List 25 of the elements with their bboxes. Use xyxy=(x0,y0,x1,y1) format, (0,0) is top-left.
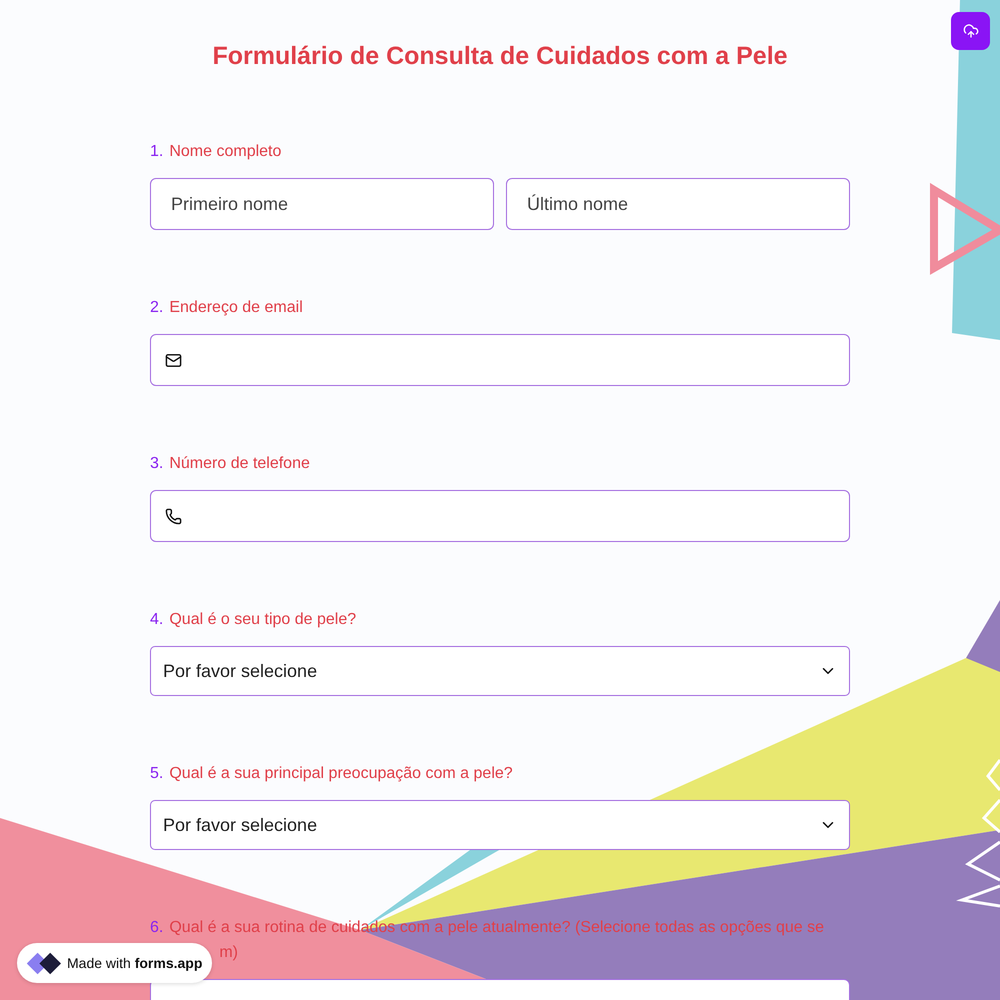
question-number: 3. xyxy=(150,454,164,474)
upload-button[interactable] xyxy=(951,12,990,50)
question-label: Qual é a sua rotina de cuidados com a pele atualmente? (Selecione todas as opções que se xyxy=(169,918,824,938)
email-field[interactable] xyxy=(150,334,850,386)
badge-text: Made with forms.app xyxy=(67,955,202,971)
dropdown[interactable]: Por favor selecione xyxy=(150,646,850,696)
question-label: Nome completo xyxy=(169,142,282,162)
text-field[interactable]: Primeiro nome xyxy=(150,178,494,230)
question-number: 5. xyxy=(150,764,164,784)
logo-icon xyxy=(25,950,61,976)
question-label: Número de telefone xyxy=(169,454,310,474)
dropdown[interactable]: Por favor selecione xyxy=(150,800,850,850)
question-number: 4. xyxy=(150,610,164,630)
question-number: 2. xyxy=(150,298,164,318)
question-label: Qual é a sua principal preocupação com a pele? xyxy=(169,764,513,784)
text-field[interactable]: Último nome xyxy=(506,178,850,230)
cloud-upload-icon xyxy=(962,23,978,39)
mail-icon xyxy=(165,352,182,368)
form-title: Formulário de Consulta de Cuidados com a Pele xyxy=(211,42,789,71)
question-label: Endereço de email xyxy=(169,298,303,318)
made-with-badge[interactable]: Made with forms.app xyxy=(17,943,212,983)
question-label: Qual é o seu tipo de pele? xyxy=(169,610,356,630)
phone-field[interactable] xyxy=(150,490,850,542)
phone-icon xyxy=(165,508,182,524)
question-number: 1. xyxy=(150,142,164,162)
